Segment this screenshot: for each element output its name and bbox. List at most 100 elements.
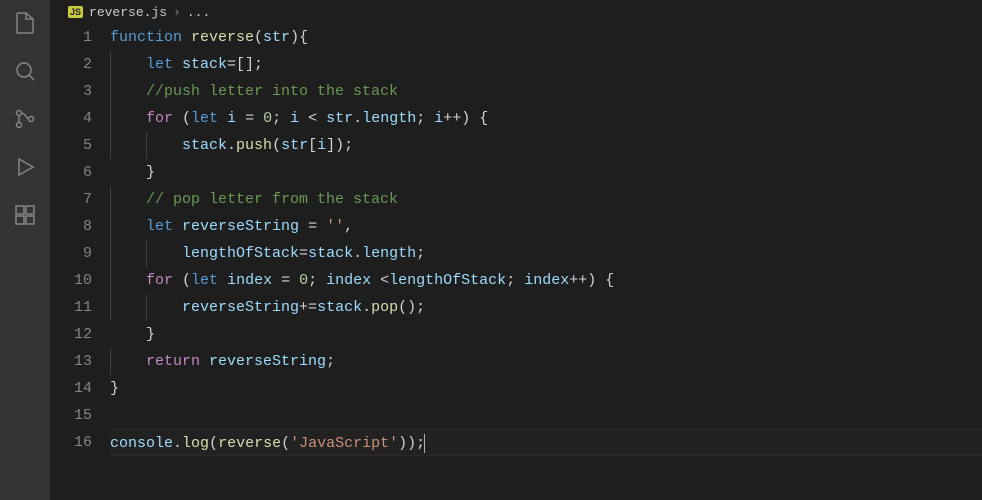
token: let <box>146 218 182 235</box>
text-cursor <box>424 434 425 453</box>
token <box>110 218 146 235</box>
token: ++) { <box>569 272 614 289</box>
token: = <box>299 245 308 262</box>
code-line[interactable] <box>110 402 982 429</box>
line-number: 5 <box>50 132 92 159</box>
token: ( <box>254 29 263 46</box>
scm-icon[interactable] <box>12 106 38 132</box>
code-content[interactable]: function reverse(str){ let stack=[]; //p… <box>110 24 982 500</box>
token: length <box>362 245 416 262</box>
editor-area: JS reverse.js › ... 12345678910111213141… <box>50 0 982 500</box>
token: ){ <box>290 29 308 46</box>
extensions-icon[interactable] <box>12 202 38 228</box>
code-line[interactable]: let reverseString = '', <box>110 213 982 240</box>
line-number: 16 <box>50 429 92 456</box>
code-line[interactable]: reverseString+=stack.pop(); <box>110 294 982 321</box>
token: ; <box>416 110 434 127</box>
token <box>110 191 146 208</box>
code-line[interactable]: for (let index = 0; index <lengthOfStack… <box>110 267 982 294</box>
token: ( <box>182 272 191 289</box>
token: i <box>290 110 299 127</box>
code-line[interactable]: lengthOfStack=stack.length; <box>110 240 982 267</box>
line-gutter: 12345678910111213141516 <box>50 24 110 500</box>
token: ( <box>272 137 281 154</box>
code-editor[interactable]: 12345678910111213141516 function reverse… <box>50 24 982 500</box>
line-number: 7 <box>50 186 92 213</box>
token: . <box>362 299 371 316</box>
line-number: 13 <box>50 348 92 375</box>
code-line[interactable]: function reverse(str){ <box>110 24 982 51</box>
token: . <box>353 245 362 262</box>
code-line[interactable]: } <box>110 321 982 348</box>
token: < <box>371 272 389 289</box>
token: reverse <box>218 435 281 452</box>
line-number: 9 <box>50 240 92 267</box>
token: stack <box>317 299 362 316</box>
code-line[interactable]: stack.push(str[i]); <box>110 132 982 159</box>
token: ; <box>326 353 335 370</box>
code-line[interactable]: // pop letter from the stack <box>110 186 982 213</box>
code-line[interactable]: console.log(reverse('JavaScript')); <box>110 429 982 456</box>
token: < <box>299 110 326 127</box>
explorer-icon[interactable] <box>12 10 38 36</box>
token: function <box>110 29 191 46</box>
line-number: 1 <box>50 24 92 51</box>
token: log <box>182 435 209 452</box>
breadcrumb[interactable]: JS reverse.js › ... <box>50 0 982 24</box>
token: let <box>146 56 182 73</box>
token: ; <box>272 110 290 127</box>
token: . <box>227 137 236 154</box>
token <box>110 56 146 73</box>
search-icon[interactable] <box>12 58 38 84</box>
token: += <box>299 299 317 316</box>
activity-bar <box>0 0 50 500</box>
token: ]); <box>326 137 353 154</box>
token: ; <box>506 272 524 289</box>
chevron-right-icon: › <box>173 5 181 20</box>
line-number: 12 <box>50 321 92 348</box>
token: [ <box>308 137 317 154</box>
token: ( <box>209 435 218 452</box>
token: 0 <box>263 110 272 127</box>
token: i <box>434 110 443 127</box>
token: 0 <box>299 272 308 289</box>
token: i <box>317 137 326 154</box>
token: = <box>272 272 299 289</box>
token: push <box>236 137 272 154</box>
token: stack <box>182 137 227 154</box>
token: 'JavaScript' <box>290 435 398 452</box>
token: str <box>281 137 308 154</box>
breadcrumb-file: reverse.js <box>89 5 167 20</box>
code-line[interactable]: } <box>110 375 982 402</box>
token: lengthOfStack <box>182 245 299 262</box>
token: =[]; <box>227 56 263 73</box>
code-line[interactable]: return reverseString; <box>110 348 982 375</box>
line-number: 8 <box>50 213 92 240</box>
token: ( <box>281 435 290 452</box>
token: reverseString <box>209 353 326 370</box>
token: let <box>191 272 227 289</box>
token: , <box>344 218 353 235</box>
token <box>110 83 146 100</box>
token: for <box>146 110 182 127</box>
token <box>110 272 146 289</box>
line-number: 10 <box>50 267 92 294</box>
line-number: 11 <box>50 294 92 321</box>
token: console <box>110 435 173 452</box>
code-line[interactable]: let stack=[]; <box>110 51 982 78</box>
line-number: 14 <box>50 375 92 402</box>
token: reverseString <box>182 299 299 316</box>
token: = <box>236 110 263 127</box>
token <box>110 110 146 127</box>
token: } <box>110 380 119 397</box>
line-number: 6 <box>50 159 92 186</box>
js-file-icon: JS <box>68 6 83 18</box>
token: ; <box>416 245 425 262</box>
token: let <box>191 110 227 127</box>
code-line[interactable]: for (let i = 0; i < str.length; i++) { <box>110 105 982 132</box>
code-line[interactable]: } <box>110 159 982 186</box>
token: i <box>227 110 236 127</box>
debug-icon[interactable] <box>12 154 38 180</box>
token: . <box>173 435 182 452</box>
code-line[interactable]: //push letter into the stack <box>110 78 982 105</box>
